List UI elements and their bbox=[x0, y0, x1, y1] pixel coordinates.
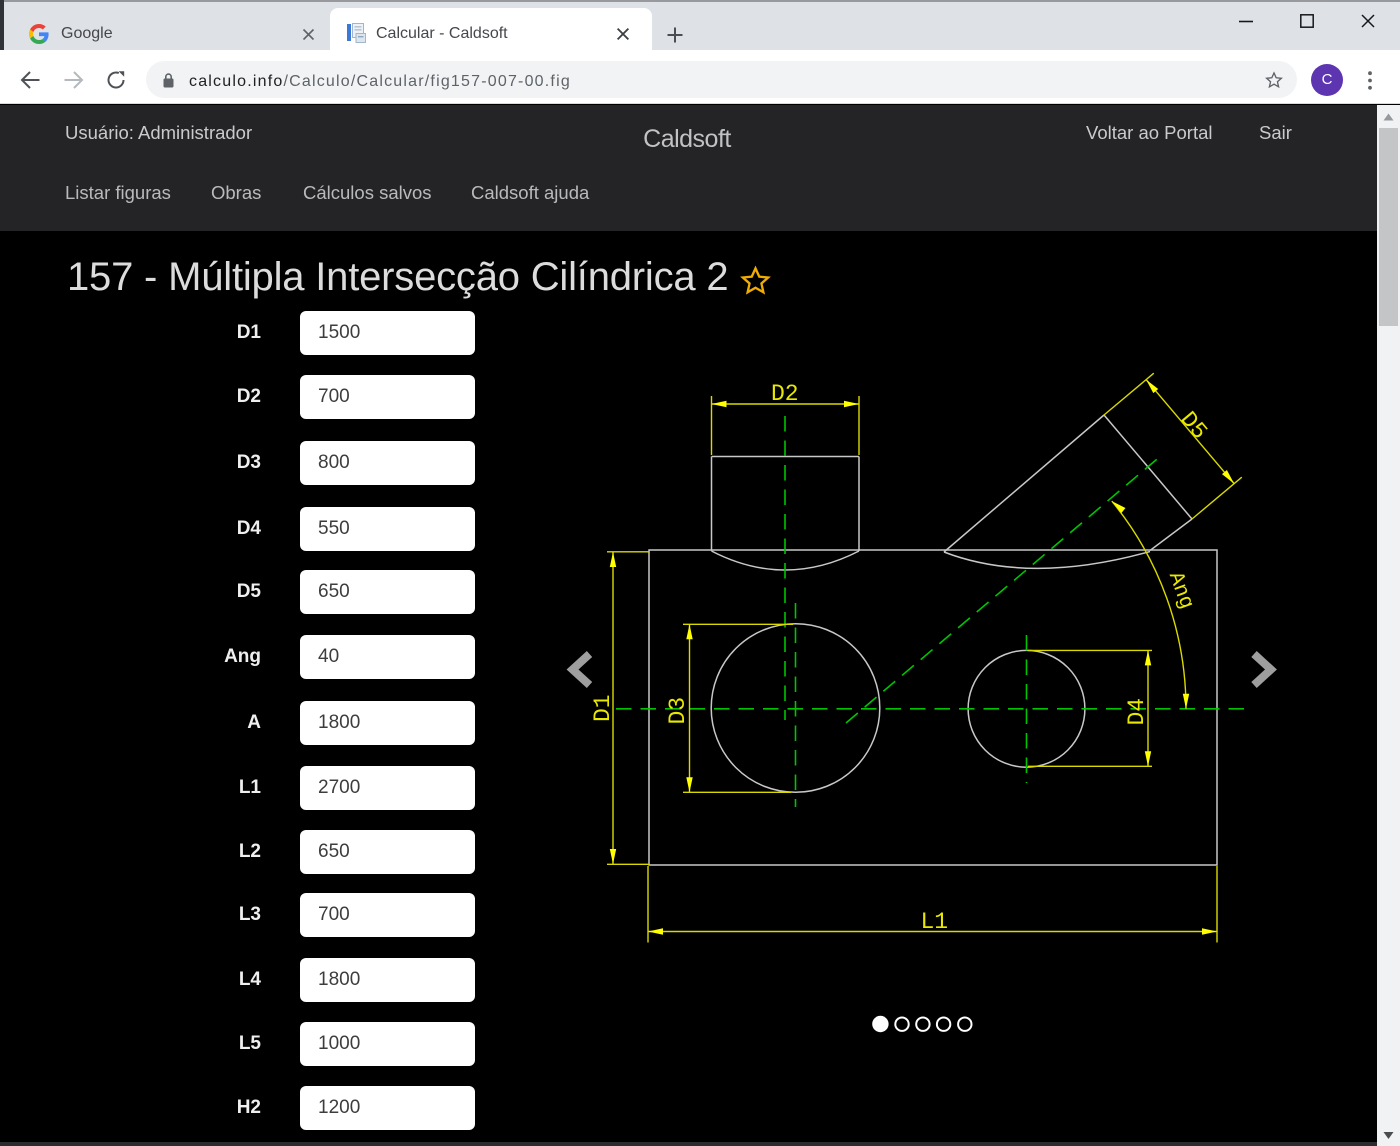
svg-text:Ang: Ang bbox=[1163, 569, 1198, 612]
svg-text:D3: D3 bbox=[665, 697, 691, 725]
svg-text:D1: D1 bbox=[590, 694, 616, 722]
svg-text:D4: D4 bbox=[1124, 698, 1150, 726]
svg-text:L1: L1 bbox=[921, 909, 949, 935]
svg-text:D2: D2 bbox=[771, 381, 799, 407]
svg-text:D5: D5 bbox=[1175, 407, 1213, 445]
